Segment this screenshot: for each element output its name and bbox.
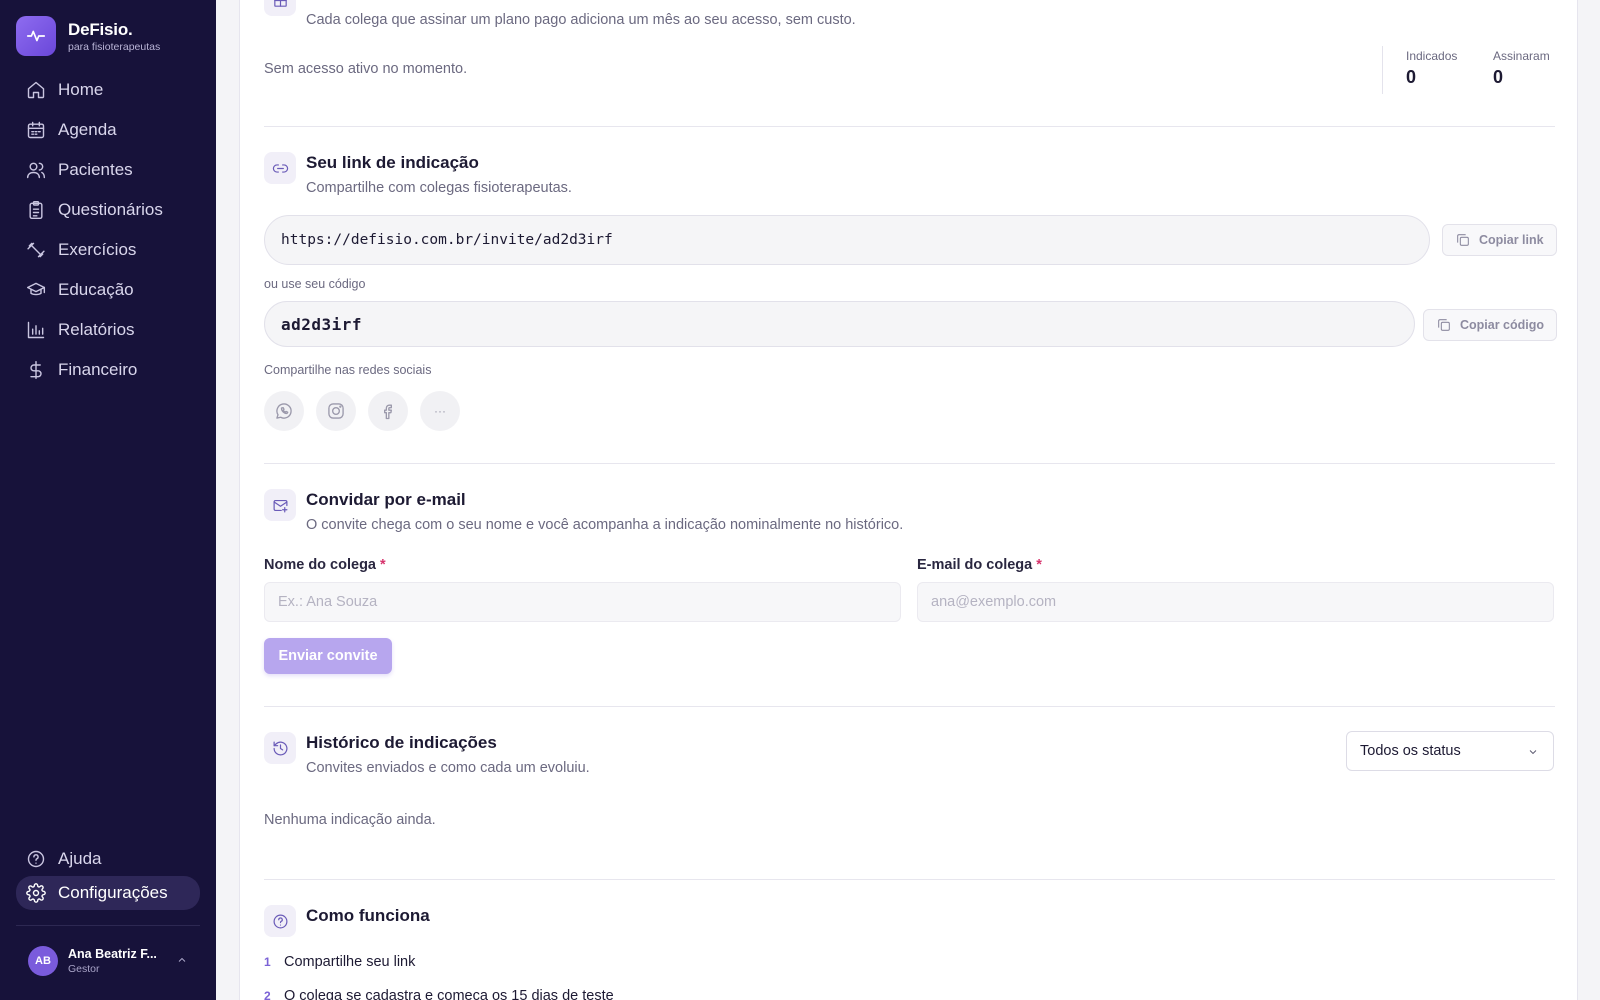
colleague-name-label: Nome do colega * <box>264 557 386 573</box>
colleague-email-input[interactable] <box>917 582 1554 622</box>
bar-chart-icon <box>27 321 45 339</box>
stat-subscribed-value: 0 <box>1493 67 1504 87</box>
brand-name: DeFisio. <box>68 19 133 39</box>
access-status: Sem acesso ativo no momento. <box>264 61 468 77</box>
main-nav: Home Agenda Pacientes Questionários Exer… <box>16 70 200 390</box>
chevron-down-icon <box>1529 750 1537 755</box>
mail-plus-icon <box>264 489 296 521</box>
calendar-icon <box>27 121 45 139</box>
dollar-icon <box>30 360 42 380</box>
avatar: AB <box>28 946 58 976</box>
step-item: 1 Compartilhe seu link <box>264 954 415 970</box>
copy-link-button[interactable]: Copiar link <box>1442 224 1557 256</box>
history-section-title: Histórico de indicações <box>306 733 497 752</box>
step-number: 1 <box>264 955 271 969</box>
step-text: O colega se cadastra e começa os 15 dias… <box>284 988 614 1000</box>
copy-icon <box>1457 234 1469 246</box>
copy-code-button[interactable]: Copiar código <box>1423 309 1558 341</box>
nav-label: Home <box>58 80 104 99</box>
more-share-button[interactable]: ··· <box>420 391 460 431</box>
nav-label: Relatórios <box>58 320 135 339</box>
gear-icon <box>26 883 46 903</box>
nav-label: Configurações <box>58 883 168 902</box>
nav-item-ajuda[interactable]: Ajuda <box>16 842 200 876</box>
colleague-name-input[interactable] <box>264 582 901 622</box>
nav-item-home[interactable]: Home <box>16 70 200 110</box>
whatsapp-share-button[interactable] <box>264 391 304 431</box>
nav-item-configuracoes[interactable]: Configurações <box>16 876 200 910</box>
clipboard-icon <box>29 200 43 220</box>
facebook-share-button[interactable] <box>368 391 408 431</box>
step-item: 2 O colega se cadastra e começa os 15 di… <box>264 988 614 1000</box>
nav-label: Questionários <box>58 200 163 219</box>
divider <box>264 126 1555 127</box>
user-name: Ana Beatriz F... <box>68 947 157 961</box>
user-menu[interactable]: AB Ana Beatriz F... Gestor <box>28 946 188 976</box>
stats-divider <box>1382 46 1383 94</box>
colleague-email-label: E-mail do colega * <box>917 557 1042 573</box>
link-icon <box>264 152 296 184</box>
social-label: Compartilhe nas redes sociais <box>264 363 432 377</box>
brand-subtitle: para fisioterapeutas <box>68 40 161 53</box>
chevron-up-icon <box>178 957 186 962</box>
send-invite-button[interactable]: Enviar convite <box>264 638 392 674</box>
link-section-subtitle: Compartilhe com colegas fisioterapeutas. <box>306 180 572 196</box>
help-circle-icon <box>264 905 296 937</box>
nav-item-relatorios[interactable]: Relatórios <box>16 310 200 350</box>
stat-referred-value: 0 <box>1406 67 1417 87</box>
user-role: Gestor <box>68 963 100 975</box>
divider <box>264 706 1555 707</box>
email-section-subtitle: O convite chega com o seu nome e você ac… <box>306 517 904 533</box>
code-label: ou use seu código <box>264 277 366 291</box>
history-section-subtitle: Convites enviados e como cada um evoluiu… <box>306 760 590 776</box>
referral-card: Cada colega que assinar um plano pago ad… <box>239 0 1578 1000</box>
history-empty-message: Nenhuma indicação ainda. <box>264 812 436 828</box>
gift-icon <box>264 0 296 16</box>
copy-link-label: Copiar link <box>1479 233 1544 247</box>
nav-item-agenda[interactable]: Agenda <box>16 110 200 150</box>
home-icon <box>27 81 45 99</box>
status-filter-select[interactable]: Todos os status <box>1346 731 1554 771</box>
copy-icon <box>1438 319 1450 331</box>
dumbbell-icon <box>27 242 45 258</box>
link-section-title: Seu link de indicação <box>306 153 479 172</box>
how-section-title: Como funciona <box>306 906 430 925</box>
nav-label: Educação <box>58 280 134 299</box>
nav-item-questionarios[interactable]: Questionários <box>16 190 200 230</box>
pulse-logo-icon <box>16 16 56 56</box>
status-filter-value: Todos os status <box>1360 743 1461 759</box>
nav-label: Ajuda <box>58 849 102 868</box>
stat-subscribed-label: Assinaram <box>1493 49 1550 63</box>
step-text: Compartilhe seu link <box>284 954 416 970</box>
sidebar: DeFisio. para fisioterapeutas Home Agend… <box>0 0 216 1000</box>
nav-label: Pacientes <box>58 160 133 179</box>
referral-code-field[interactable]: ad2d3irf <box>264 301 1415 347</box>
divider <box>264 879 1555 880</box>
sidebar-divider <box>16 925 200 926</box>
brand[interactable]: DeFisio. para fisioterapeutas <box>16 16 160 56</box>
instagram-icon <box>328 403 344 419</box>
referral-link-field[interactable]: https://defisio.com.br/invite/ad2d3irf <box>264 215 1430 265</box>
whatsapp-icon <box>276 403 292 419</box>
graduation-cap-icon <box>26 282 46 296</box>
help-circle-icon <box>27 850 45 868</box>
instagram-share-button[interactable] <box>316 391 356 431</box>
facebook-icon <box>384 404 392 420</box>
nav-label: Financeiro <box>58 360 138 379</box>
program-subtitle: Cada colega que assinar um plano pago ad… <box>306 12 856 28</box>
nav-item-educacao[interactable]: Educação <box>16 270 200 310</box>
divider <box>264 463 1555 464</box>
history-icon <box>264 732 296 764</box>
copy-code-label: Copiar código <box>1460 318 1545 332</box>
nav-item-exercicios[interactable]: Exercícios <box>16 230 200 270</box>
email-section-title: Convidar por e-mail <box>306 490 466 509</box>
nav-item-pacientes[interactable]: Pacientes <box>16 150 200 190</box>
stat-referred-label: Indicados <box>1406 49 1458 63</box>
users-icon <box>26 162 46 179</box>
nav-item-financeiro[interactable]: Financeiro <box>16 350 200 390</box>
nav-label: Exercícios <box>58 240 137 259</box>
step-number: 2 <box>264 989 271 1000</box>
bottom-nav: Ajuda Configurações <box>16 842 200 910</box>
nav-label: Agenda <box>58 120 117 139</box>
